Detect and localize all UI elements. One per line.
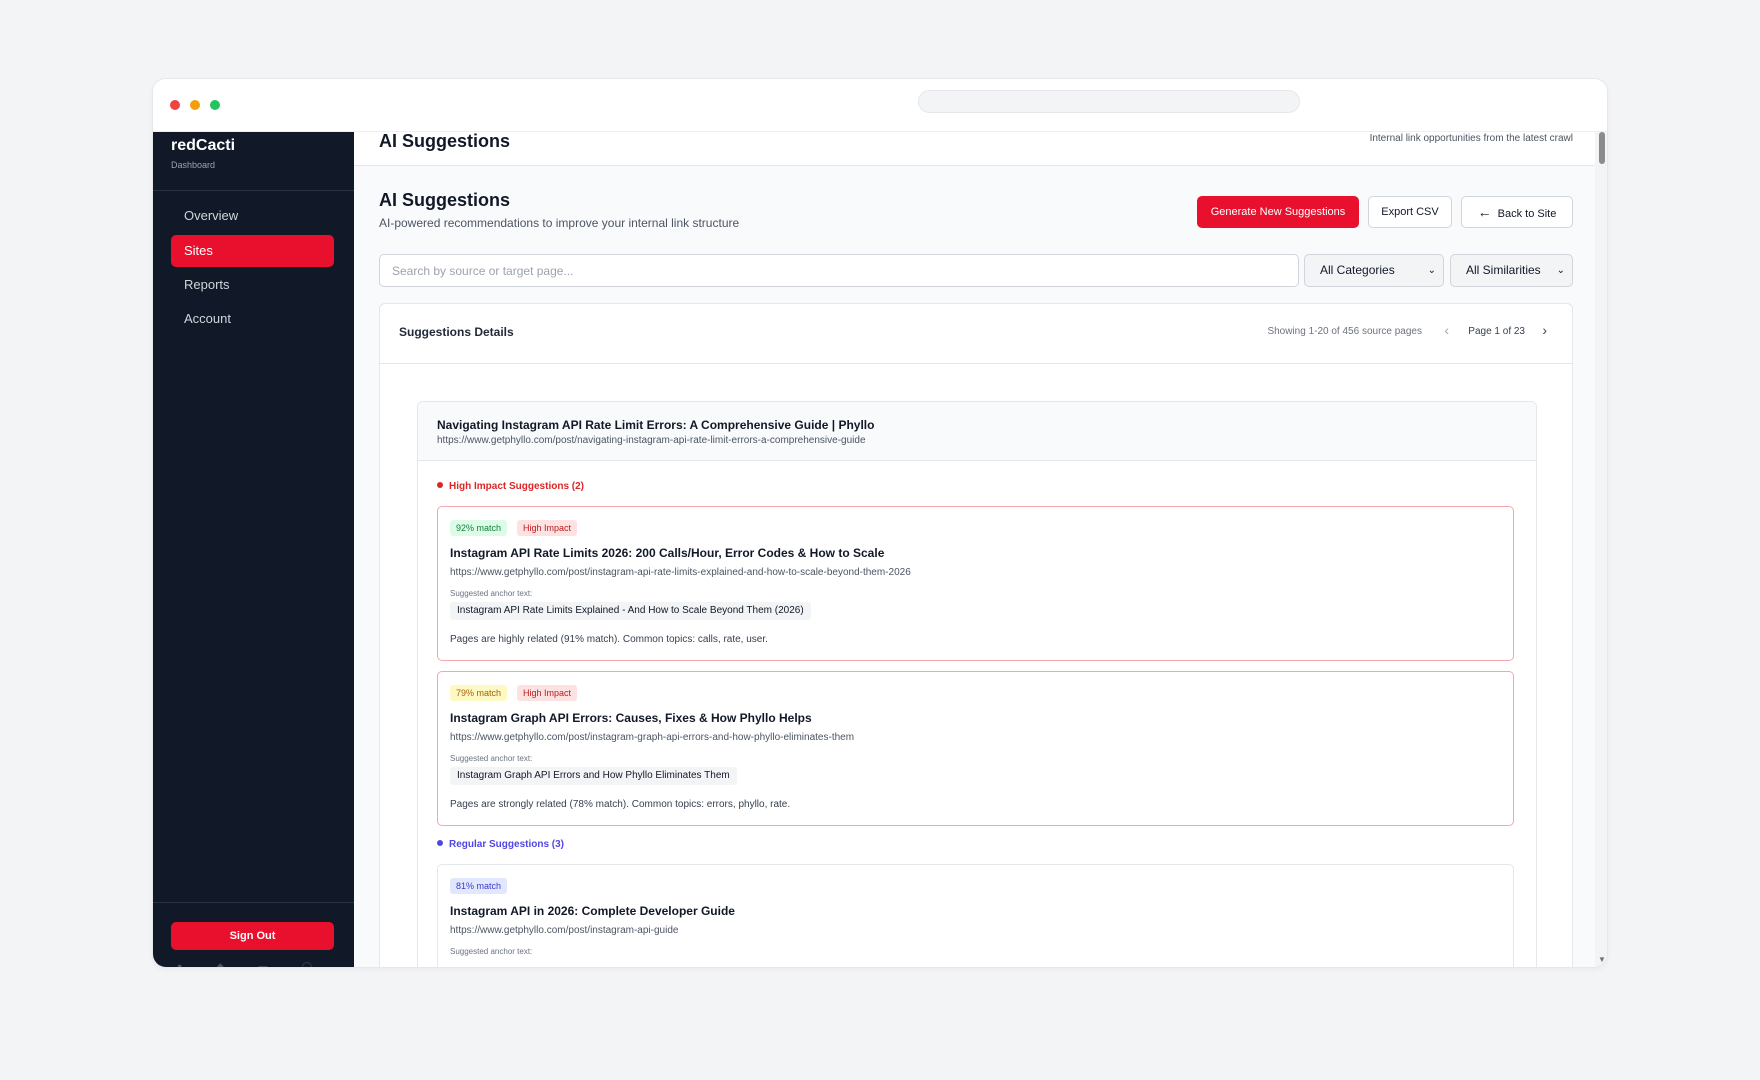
impact-badge: High Impact: [517, 685, 578, 701]
generate-suggestions-button[interactable]: Generate New Suggestions: [1197, 196, 1359, 228]
high-impact-group-label: High Impact Suggestions (2): [437, 481, 584, 492]
title-bar: [153, 79, 1607, 132]
suggestion-card: 81% match Instagram API in 2026: Complet…: [437, 864, 1514, 967]
scrollbar-thumb[interactable]: [1599, 132, 1605, 164]
sidebar-bottom-divider: [153, 902, 354, 903]
high-impact-group-text: High Impact Suggestions (2): [449, 481, 585, 492]
panel-header: Suggestions Details Showing 1-20 of 456 …: [380, 304, 1572, 364]
minimize-window-button[interactable]: [190, 100, 200, 110]
sidebar-item-account[interactable]: Account: [171, 303, 334, 335]
source-page-header: Navigating Instagram API Rate Limit Erro…: [418, 402, 1536, 461]
sign-out-button[interactable]: Sign Out: [171, 922, 334, 950]
source-page-title: Navigating Instagram API Rate Limit Erro…: [437, 418, 875, 432]
brand-name: redCacti: [171, 137, 236, 154]
suggestion-title: Instagram API Rate Limits 2026: 200 Call…: [450, 546, 885, 560]
source-page-card: Navigating Instagram API Rate Limit Erro…: [417, 401, 1537, 967]
match-badge: 81% match: [450, 878, 508, 894]
similarity-select[interactable]: All Similarities ⌄: [1450, 254, 1573, 287]
arrow-left-icon: ←: [1477, 204, 1492, 220]
chevron-down-icon: ⌄: [1427, 265, 1436, 276]
impact-badge: High Impact: [517, 520, 578, 536]
main-content: AI Suggestions Internal link opportuniti…: [354, 132, 1595, 967]
page-subtitle: AI-powered recommendations to improve yo…: [379, 216, 740, 230]
sidebar-item-sites[interactable]: Sites: [171, 235, 334, 267]
anchor-text-chip: Instagram API Rate Limits Explained - An…: [450, 602, 811, 620]
category-select-value: All Categories: [1320, 263, 1395, 277]
export-csv-button[interactable]: Export CSV: [1368, 196, 1452, 228]
suggestions-panel: Suggestions Details Showing 1-20 of 456 …: [379, 303, 1573, 967]
suggestion-title: Instagram Graph API Errors: Causes, Fixe…: [450, 711, 812, 725]
suggestion-card: 79% match High Impact Instagram Graph AP…: [437, 671, 1514, 826]
maximize-window-button[interactable]: [210, 100, 220, 110]
anchor-text-label: Suggested anchor text:: [450, 589, 533, 598]
suggestion-card: 92% match High Impact Instagram API Rate…: [437, 506, 1514, 661]
source-page-url[interactable]: https://www.getphyllo.com/post/navigatin…: [437, 435, 866, 446]
sidebar-divider: [153, 190, 354, 191]
top-bar: AI Suggestions Internal link opportuniti…: [354, 132, 1595, 166]
browser-window: redCacti Dashboard Overview Sites Report…: [152, 78, 1608, 968]
suggestion-url[interactable]: https://www.getphyllo.com/post/instagram…: [450, 732, 854, 743]
page-title: AI Suggestions: [379, 190, 511, 210]
category-select[interactable]: All Categories ⌄: [1304, 254, 1444, 287]
suggestion-title: Instagram API in 2026: Complete Develope…: [450, 904, 735, 918]
chevron-right-icon[interactable]: ›: [1542, 322, 1547, 338]
back-to-site-button[interactable]: ← Back to Site: [1461, 196, 1573, 228]
page-indicator: Page 1 of 23: [1468, 326, 1525, 337]
bullet-icon: [437, 840, 443, 847]
sidebar-item-overview[interactable]: Overview: [171, 200, 334, 232]
sidebar-item-reports[interactable]: Reports: [171, 269, 334, 301]
similarity-select-value: All Similarities: [1466, 263, 1541, 277]
anchor-text-label: Suggested anchor text:: [450, 947, 533, 956]
back-to-site-label: Back to Site: [1497, 208, 1557, 220]
topbar-subtitle: Internal link opportunities from the lat…: [1369, 133, 1573, 144]
topbar-title: AI Suggestions: [379, 132, 511, 151]
scroll-down-icon[interactable]: ▼: [1598, 955, 1606, 964]
bullet-icon: [437, 482, 443, 489]
address-bar[interactable]: [918, 90, 1300, 113]
chevron-down-icon: ⌄: [1556, 265, 1565, 276]
search-input[interactable]: [379, 254, 1299, 287]
suggestion-url[interactable]: https://www.getphyllo.com/post/instagram…: [450, 567, 911, 578]
anchor-text-label: Suggested anchor text:: [450, 754, 533, 763]
suggestion-reason: Pages are highly related (91% match). Co…: [450, 634, 768, 645]
close-window-button[interactable]: [170, 100, 180, 110]
suggestion-url[interactable]: https://www.getphyllo.com/post/instagram…: [450, 925, 678, 936]
regular-group-text: Regular Suggestions (3): [449, 839, 565, 850]
suggestion-reason: Pages are strongly related (78% match). …: [450, 799, 791, 810]
regular-group-label: Regular Suggestions (3): [437, 839, 564, 850]
match-badge: 92% match: [450, 520, 508, 536]
panel-title: Suggestions Details: [399, 325, 514, 339]
scrollbar[interactable]: ▼: [1595, 132, 1607, 967]
chevron-left-icon[interactable]: ‹: [1444, 322, 1449, 338]
sidebar: redCacti Dashboard Overview Sites Report…: [153, 132, 354, 968]
match-badge: 79% match: [450, 685, 508, 701]
brand-subtitle: Dashboard: [171, 160, 216, 170]
anchor-text-chip: Instagram Graph API Errors and How Phyll…: [450, 767, 737, 785]
results-count: Showing 1-20 of 456 source pages: [1267, 326, 1422, 337]
sidebar-footer-icons: ● ◆ ▬ ◯: [177, 961, 328, 968]
